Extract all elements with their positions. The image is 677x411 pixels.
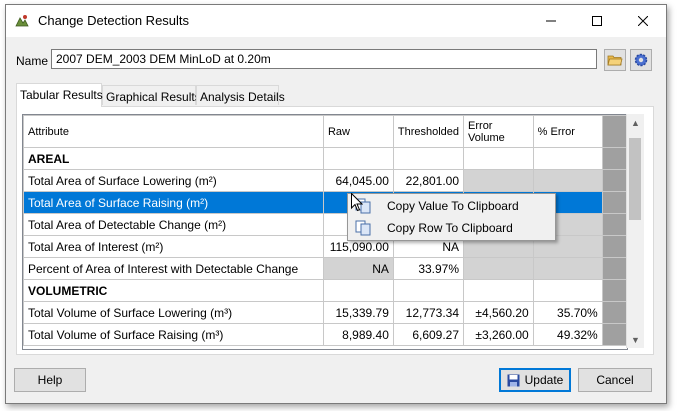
table-cell[interactable]: 12,773.34 [392, 301, 465, 324]
maximize-button[interactable] [574, 5, 620, 37]
table-cell[interactable]: 6,609.27 [392, 323, 465, 346]
table-cell[interactable]: Total Area of Detectable Change (m²) [23, 213, 324, 236]
table-row[interactable]: Total Volume of Surface Raising (m³) 8,9… [23, 323, 627, 346]
row-filler [601, 213, 627, 236]
close-button[interactable] [620, 5, 666, 37]
save-icon [507, 374, 520, 386]
menu-item-copy-value[interactable]: Copy Value To Clipboard [349, 195, 554, 217]
name-label: Name [16, 54, 49, 68]
table-cell[interactable]: Total Area of Surface Lowering (m²) [23, 169, 324, 192]
table-row-section-volumetric[interactable]: VOLUMETRIC [23, 279, 627, 302]
maximize-icon [592, 16, 602, 26]
header-raw[interactable]: Raw [322, 115, 394, 148]
table-cell[interactable] [463, 257, 534, 280]
table-cell[interactable] [392, 279, 465, 302]
table-cell[interactable] [463, 169, 534, 192]
table-cell[interactable] [322, 279, 394, 302]
minimize-icon [546, 20, 556, 22]
table-cell[interactable]: Total Volume of Surface Lowering (m³) [23, 301, 324, 324]
header-filler [601, 115, 627, 148]
menu-item-label: Copy Row To Clipboard [387, 221, 513, 235]
row-filler [601, 279, 627, 302]
close-icon [638, 16, 648, 26]
table-cell[interactable] [532, 257, 603, 280]
help-button[interactable]: Help [14, 368, 86, 392]
update-button[interactable]: Update [499, 368, 571, 392]
name-input[interactable] [51, 49, 597, 69]
update-button-label: Update [524, 373, 564, 387]
header-attribute[interactable]: Attribute [23, 115, 324, 148]
minimize-button[interactable] [528, 5, 574, 37]
table-cell[interactable]: 49.32% [532, 323, 603, 346]
scroll-down-icon[interactable]: ▼ [627, 331, 644, 348]
table-cell[interactable]: 35.70% [532, 301, 603, 324]
tab-graphical-results[interactable]: Graphical Results [102, 85, 201, 105]
scroll-up-icon[interactable]: ▲ [627, 114, 644, 131]
context-menu: Copy Value To Clipboard Copy Row To Clip… [347, 193, 556, 241]
row-filler [601, 257, 627, 280]
tab-tabular-results[interactable]: Tabular Results [16, 83, 103, 107]
row-filler [601, 147, 627, 170]
gear-icon [634, 53, 648, 67]
row-filler [601, 191, 627, 214]
folder-icon [607, 55, 623, 66]
table-cell[interactable]: Percent of Area of Interest with Detecta… [23, 257, 324, 280]
table-cell[interactable]: Total Volume of Surface Raising (m³) [23, 323, 324, 346]
table-cell[interactable] [463, 147, 534, 170]
table-cell[interactable] [322, 147, 394, 170]
table-cell[interactable] [532, 147, 603, 170]
row-filler [601, 301, 627, 324]
table-cell[interactable]: 15,339.79 [322, 301, 394, 324]
cancel-button[interactable]: Cancel [578, 368, 652, 392]
row-filler [601, 323, 627, 346]
scroll-thumb[interactable] [629, 138, 641, 220]
table-row-section-areal[interactable]: AREAL [23, 147, 627, 170]
table-cell[interactable]: ±3,260.00 [463, 323, 534, 346]
table-header: Attribute Raw Thresholded Error Volume %… [23, 115, 627, 148]
table-row[interactable]: Percent of Area of Interest with Detecta… [23, 257, 627, 280]
title-bar[interactable]: Change Detection Results [6, 5, 666, 37]
menu-item-copy-row[interactable]: Copy Row To Clipboard [349, 217, 554, 239]
header-thresholded[interactable]: Thresholded [392, 115, 465, 148]
table-cell[interactable] [532, 169, 603, 192]
table-cell[interactable] [463, 279, 534, 302]
table-cell[interactable]: 64,045.00 [322, 169, 394, 192]
table-row[interactable]: Total Area of Surface Lowering (m²) 64,0… [23, 169, 627, 192]
row-filler [601, 235, 627, 258]
table-cell[interactable]: 33.97% [392, 257, 465, 280]
table-cell[interactable]: VOLUMETRIC [23, 279, 324, 302]
browse-folder-button[interactable] [604, 49, 626, 71]
table-cell[interactable]: Total Area of Surface Raising (m²) [23, 191, 324, 214]
app-icon [14, 13, 30, 29]
table-cell[interactable]: NA [322, 257, 394, 280]
vertical-scrollbar[interactable]: ▲ ▼ [626, 114, 644, 348]
table-cell[interactable] [392, 147, 465, 170]
row-filler [601, 169, 627, 192]
menu-item-label: Copy Value To Clipboard [387, 199, 519, 213]
copy-icon [355, 220, 371, 236]
window-title: Change Detection Results [38, 13, 190, 28]
table-cell[interactable]: 22,801.00 [392, 169, 465, 192]
table-row[interactable]: Total Volume of Surface Lowering (m³) 15… [23, 301, 627, 324]
table-cell[interactable]: ±4,560.20 [463, 301, 534, 324]
settings-button[interactable] [630, 49, 652, 71]
tab-analysis-details[interactable]: Analysis Details [196, 85, 285, 105]
header-error-volume[interactable]: Error Volume [463, 115, 534, 148]
tabular-results-panel: Attribute Raw Thresholded Error Volume %… [16, 106, 654, 355]
table-cell[interactable]: Total Area of Interest (m²) [23, 235, 324, 258]
table-cell[interactable]: AREAL [23, 147, 324, 170]
table-cell[interactable] [532, 279, 603, 302]
header-percent-error[interactable]: % Error [532, 115, 603, 148]
dialog-window: Change Detection Results Name Tabular Re… [5, 4, 667, 404]
mouse-cursor-icon [351, 193, 363, 212]
table-cell[interactable]: 8,989.40 [322, 323, 394, 346]
